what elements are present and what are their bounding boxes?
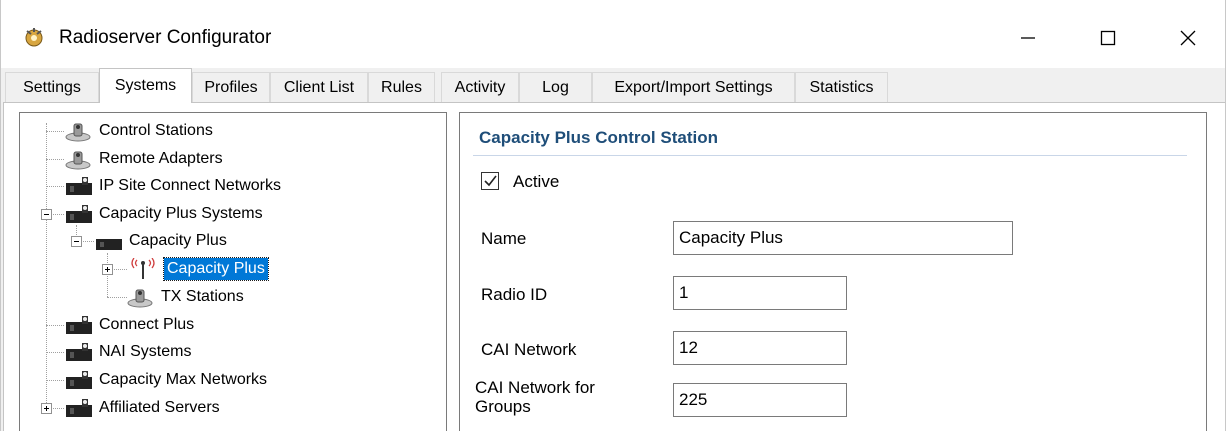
- radio-station-icon: [64, 148, 94, 170]
- tree-connector: [46, 380, 64, 381]
- active-checkbox[interactable]: [481, 172, 499, 190]
- name-field[interactable]: [673, 221, 1013, 255]
- section-divider: [473, 155, 1187, 156]
- tree-item-label: Capacity Max Networks: [99, 371, 268, 388]
- minimize-button[interactable]: [1005, 18, 1051, 58]
- tree-item-label: Capacity Plus Systems: [99, 205, 263, 222]
- tree-item-capacity-plus-system[interactable]: Capacity Plus: [94, 228, 230, 254]
- tab-client-list[interactable]: Client List: [270, 72, 368, 102]
- antenna-icon: [124, 257, 162, 280]
- app-window: Radioserver Configurator Settings System…: [0, 0, 1226, 431]
- close-icon: [1180, 30, 1196, 46]
- tree-item-control-stations[interactable]: Control Stations: [64, 118, 216, 144]
- network-system-icon: [64, 341, 94, 363]
- maximize-button[interactable]: [1085, 18, 1131, 58]
- tree-item-capacity-plus-systems[interactable]: Capacity Plus Systems: [64, 201, 266, 227]
- checkmark-icon: [482, 173, 498, 189]
- network-system-icon: [64, 397, 94, 419]
- section-title: Capacity Plus Control Station: [479, 128, 718, 147]
- tab-systems[interactable]: Systems: [99, 68, 192, 103]
- tree-connector: [107, 297, 127, 298]
- tree-item-label: IP Site Connect Networks: [99, 177, 282, 194]
- radioserver-app-icon: [23, 26, 45, 48]
- network-system-icon: [64, 314, 94, 336]
- network-system-icon: [64, 175, 94, 197]
- tree-item-affiliated-servers[interactable]: Affiliated Servers: [64, 395, 223, 421]
- collapse-toggle[interactable]: [41, 209, 52, 220]
- tab-profiles[interactable]: Profiles: [192, 72, 270, 102]
- tree-item-capacity-plus-control-station[interactable]: Capacity Plus: [124, 256, 269, 282]
- tree-connector: [46, 131, 64, 132]
- cai-network-groups-field[interactable]: [673, 383, 847, 417]
- cai-network-groups-label-line2: Groups: [475, 397, 531, 416]
- expand-toggle[interactable]: [41, 403, 52, 414]
- tree-connector: [46, 186, 64, 187]
- tree-item-tx-stations[interactable]: TX Stations: [126, 284, 247, 310]
- cai-network-label: CAI Network: [481, 340, 577, 359]
- network-system-icon: [64, 369, 94, 391]
- tree-connector: [46, 352, 64, 353]
- tab-log[interactable]: Log: [519, 72, 592, 102]
- tree-item-remote-adapters[interactable]: Remote Adapters: [64, 146, 226, 172]
- tree-item-label: Affiliated Servers: [99, 399, 220, 416]
- title-bar: Radioserver Configurator: [1, 0, 1225, 68]
- radio-station-icon: [126, 286, 156, 308]
- radio-id-field[interactable]: [673, 276, 847, 310]
- tree-connector: [46, 123, 47, 413]
- network-system-icon: [94, 230, 124, 252]
- tree-connector: [107, 253, 108, 297]
- tree-connector: [46, 325, 64, 326]
- systems-tree[interactable]: Control Stations Remote Adapters IP Site…: [19, 112, 447, 431]
- expand-toggle[interactable]: [102, 264, 113, 275]
- tab-rules[interactable]: Rules: [368, 72, 435, 102]
- maximize-icon: [1100, 30, 1116, 46]
- tree-item-label: Capacity Plus: [163, 257, 269, 281]
- radio-id-label: Radio ID: [481, 285, 548, 304]
- cai-network-groups-label: CAI Network for Groups: [475, 378, 595, 416]
- tree-item-label: Capacity Plus: [129, 232, 227, 249]
- tree-item-label: NAI Systems: [99, 343, 192, 360]
- close-button[interactable]: [1165, 18, 1211, 58]
- network-system-icon: [64, 203, 94, 225]
- tree-item-label: Remote Adapters: [99, 150, 223, 167]
- cai-network-groups-label-line1: CAI Network for: [475, 378, 595, 397]
- tree-item-label: Control Stations: [99, 122, 213, 139]
- tree-item-label: TX Stations: [161, 288, 244, 305]
- minimize-icon: [1020, 30, 1036, 46]
- tab-activity[interactable]: Activity: [441, 72, 519, 102]
- tab-export-import-settings[interactable]: Export/Import Settings: [592, 72, 795, 102]
- active-label: Active: [513, 172, 560, 191]
- window-title: Radioserver Configurator: [59, 27, 272, 48]
- name-label: Name: [481, 229, 527, 248]
- tree-item-nai-systems[interactable]: NAI Systems: [64, 339, 194, 365]
- tab-statistics[interactable]: Statistics: [795, 72, 888, 102]
- cai-network-field[interactable]: [673, 331, 847, 365]
- collapse-toggle[interactable]: [71, 236, 82, 247]
- tree-item-connect-plus[interactable]: Connect Plus: [64, 312, 197, 338]
- tree-connector: [46, 159, 64, 160]
- tree-item-ip-site-connect-networks[interactable]: IP Site Connect Networks: [64, 173, 284, 199]
- tab-settings[interactable]: Settings: [5, 72, 99, 102]
- tree-item-capacity-max-networks[interactable]: Capacity Max Networks: [64, 367, 270, 393]
- tree-item-label: Connect Plus: [99, 316, 195, 333]
- radio-station-icon: [64, 120, 94, 142]
